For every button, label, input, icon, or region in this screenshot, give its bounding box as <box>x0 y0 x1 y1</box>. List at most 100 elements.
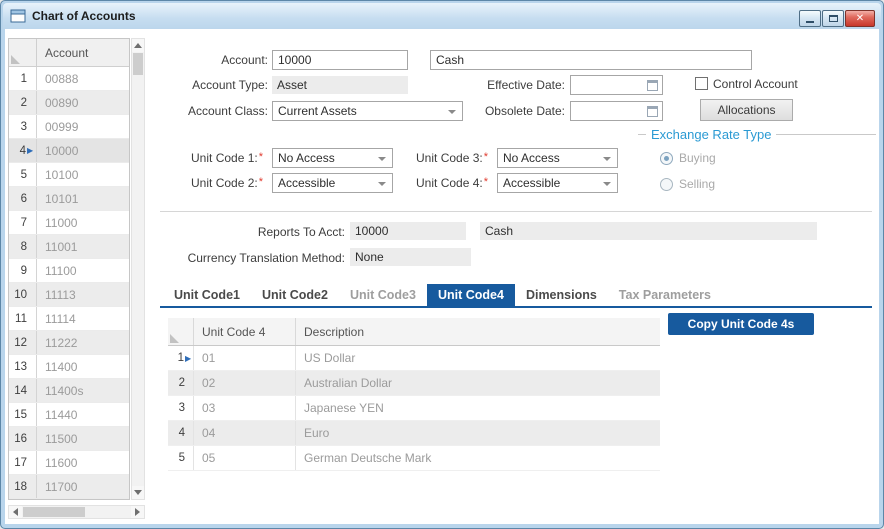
unit-code-cell[interactable]: 03 <box>194 396 296 420</box>
arrow-down-icon <box>134 490 142 495</box>
unit-code-2-value: Accessible <box>278 176 335 190</box>
account-number-cell[interactable]: 11100 <box>37 259 129 282</box>
unit-code4-column-header[interactable]: Unit Code 4 <box>194 318 296 345</box>
tab-unit-code3[interactable]: Unit Code3 <box>339 284 427 306</box>
unit-code4-grid: Unit Code 4 Description 1▶01US Dollar202… <box>168 318 660 471</box>
account-row[interactable]: 711000 <box>9 211 129 235</box>
accounts-column-header[interactable]: Account <box>37 39 129 66</box>
account-row[interactable]: 1311400 <box>9 355 129 379</box>
unit-code-4-dropdown[interactable]: Accessible <box>497 173 618 193</box>
account-number-cell[interactable]: 11000 <box>37 211 129 234</box>
unit-code4-row[interactable]: 202Australian Dollar <box>168 371 660 396</box>
description-cell[interactable]: Japanese YEN <box>296 396 660 420</box>
account-row[interactable]: 200890 <box>9 91 129 115</box>
description-cell[interactable]: US Dollar <box>296 346 660 370</box>
account-row[interactable]: 1411400s <box>9 379 129 403</box>
title-bar[interactable]: Chart of Accounts ✕ <box>3 3 881 29</box>
account-row[interactable]: 1811700 <box>9 475 129 499</box>
unit-code-3-label-text: Unit Code 3: <box>416 151 483 165</box>
unit-code-cell[interactable]: 02 <box>194 371 296 395</box>
calendar-icon[interactable] <box>647 106 658 117</box>
unit-code4-row[interactable]: 1▶01US Dollar <box>168 346 660 371</box>
account-number-cell[interactable]: 00888 <box>37 67 129 90</box>
account-row[interactable]: 1111114 <box>9 307 129 331</box>
account-number-cell[interactable]: 11400 <box>37 355 129 378</box>
maximize-button[interactable] <box>822 10 844 27</box>
reports-to-acct-label: Reports To Acct: <box>205 225 345 239</box>
account-number-cell[interactable]: 10000 <box>37 139 129 162</box>
row-number: 13 <box>9 355 37 378</box>
select-all-corner[interactable] <box>9 39 37 66</box>
tab-unit-code2[interactable]: Unit Code2 <box>251 284 339 306</box>
unit-code4-row[interactable]: 303Japanese YEN <box>168 396 660 421</box>
radio-icon <box>660 152 673 165</box>
account-number-cell[interactable]: 11222 <box>37 331 129 354</box>
account-row[interactable]: 510100 <box>9 163 129 187</box>
account-number-cell[interactable]: 10101 <box>37 187 129 210</box>
calendar-icon[interactable] <box>647 80 658 91</box>
allocations-button[interactable]: Allocations <box>700 99 793 121</box>
account-row[interactable]: 911100 <box>9 259 129 283</box>
account-row[interactable]: 1511440 <box>9 403 129 427</box>
account-number-cell[interactable]: 11114 <box>37 307 129 330</box>
unit-code4-row[interactable]: 404Euro <box>168 421 660 446</box>
groupbox-line <box>638 134 646 135</box>
close-button[interactable]: ✕ <box>845 10 875 27</box>
description-column-header[interactable]: Description <box>296 318 660 345</box>
scroll-down-button[interactable] <box>132 486 144 499</box>
account-row[interactable]: 610101 <box>9 187 129 211</box>
effective-date-field[interactable] <box>570 75 663 95</box>
arrow-right-icon <box>135 508 140 516</box>
description-cell[interactable]: German Deutsche Mark <box>296 446 660 470</box>
unit-code-cell[interactable]: 04 <box>194 421 296 445</box>
groupbox-line <box>776 134 876 135</box>
copy-unit-code-4s-button[interactable]: Copy Unit Code 4s <box>668 313 814 335</box>
account-number-cell[interactable]: 11400s <box>37 379 129 402</box>
account-number-cell[interactable]: 11600 <box>37 451 129 474</box>
tab-tax-parameters[interactable]: Tax Parameters <box>608 284 722 306</box>
unit-code-3-dropdown[interactable]: No Access <box>497 148 618 168</box>
required-marker: * <box>259 151 263 163</box>
accounts-grid-body: 1008882008903009994▶10000510100610101711… <box>9 67 129 499</box>
account-name-field[interactable]: Cash <box>430 50 752 70</box>
account-number-cell[interactable]: 11001 <box>37 235 129 258</box>
account-row[interactable]: 1711600 <box>9 451 129 475</box>
account-row[interactable]: 4▶10000 <box>9 139 129 163</box>
select-all-corner[interactable] <box>168 318 194 345</box>
account-number-cell[interactable]: 11500 <box>37 427 129 450</box>
account-number-cell[interactable]: 11113 <box>37 283 129 306</box>
account-row[interactable]: 1011113 <box>9 283 129 307</box>
account-number-cell[interactable]: 10100 <box>37 163 129 186</box>
tab-unit-code1[interactable]: Unit Code1 <box>163 284 251 306</box>
close-icon: ✕ <box>856 14 864 24</box>
description-cell[interactable]: Euro <box>296 421 660 445</box>
tab-unit-code4[interactable]: Unit Code4 <box>427 284 515 306</box>
account-row[interactable]: 1211222 <box>9 331 129 355</box>
account-number-cell[interactable]: 00999 <box>37 115 129 138</box>
scroll-right-button[interactable] <box>131 506 144 518</box>
accounts-horizontal-scrollbar[interactable] <box>8 505 145 519</box>
minimize-button[interactable] <box>799 10 821 27</box>
unit-code-1-label-text: Unit Code 1: <box>191 151 258 165</box>
radio-buying[interactable]: Buying <box>660 151 876 165</box>
account-row[interactable]: 1611500 <box>9 427 129 451</box>
radio-selling[interactable]: Selling <box>660 177 876 191</box>
account-row[interactable]: 811001 <box>9 235 129 259</box>
tab-dimensions[interactable]: Dimensions <box>515 284 608 306</box>
description-cell[interactable]: Australian Dollar <box>296 371 660 395</box>
unit-code4-row[interactable]: 505German Deutsche Mark <box>168 446 660 471</box>
account-row[interactable]: 100888 <box>9 67 129 91</box>
scroll-up-button[interactable] <box>132 39 144 52</box>
horizontal-scrollbar-thumb[interactable] <box>23 507 85 517</box>
account-number-cell[interactable]: 11700 <box>37 475 129 498</box>
unit-code-cell[interactable]: 05 <box>194 446 296 470</box>
account-row[interactable]: 300999 <box>9 115 129 139</box>
account-number-cell[interactable]: 00890 <box>37 91 129 114</box>
account-number-cell[interactable]: 11440 <box>37 403 129 426</box>
obsolete-date-field[interactable] <box>570 101 663 121</box>
control-account-checkbox[interactable]: Control Account <box>695 76 798 91</box>
scroll-left-button[interactable] <box>9 506 22 518</box>
account-class-dropdown[interactable]: Current Assets <box>272 101 463 121</box>
account-code-field[interactable]: 10000 <box>272 50 408 70</box>
unit-code-cell[interactable]: 01 <box>194 346 296 370</box>
